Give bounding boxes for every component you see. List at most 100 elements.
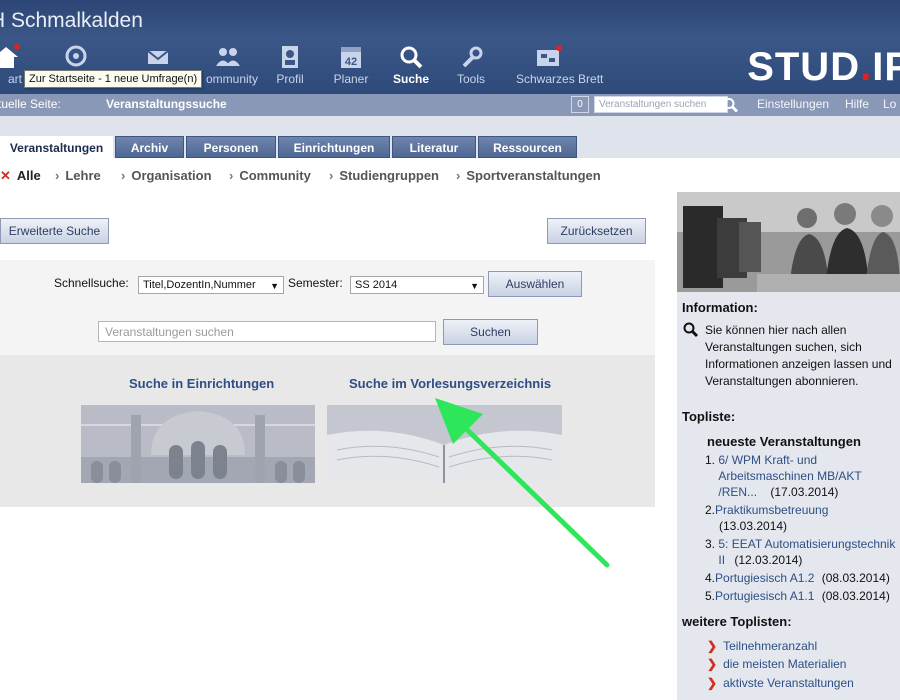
subnav-alle[interactable]: ✕ Alle	[0, 168, 41, 184]
tab-veranstaltungen[interactable]: Veranstaltungen	[0, 136, 113, 158]
tab-archiv[interactable]: Archiv	[115, 136, 184, 158]
logo-main: STUD	[747, 45, 861, 89]
course-link[interactable]: Portugiesisch A1.1	[715, 589, 814, 603]
item-number: 2.	[705, 503, 716, 517]
header-search-input[interactable]	[594, 96, 728, 113]
more-toplists-heading: weitere Toplisten:	[682, 614, 792, 629]
toplist-link[interactable]: Teilnehmeranzahl	[723, 639, 817, 653]
location-bar: tuelle Seite: Veranstaltungssuche 0 Eins…	[0, 94, 900, 116]
settings-link[interactable]: Einstellungen	[757, 97, 829, 111]
subnav-sport[interactable]: › Sportveranstaltungen	[456, 168, 601, 183]
chevron-down-icon: ✕	[0, 168, 11, 183]
semester-label: Semester:	[288, 276, 343, 290]
nav-board[interactable]: Schwarzes Brett	[516, 44, 603, 92]
subnav-organisation-label: Organisation	[131, 168, 212, 183]
chevron-right-icon: ›	[229, 168, 234, 183]
nav-community[interactable]: ommunity	[196, 44, 260, 92]
mail-icon	[147, 50, 169, 64]
tab-personen[interactable]: Personen	[186, 136, 276, 158]
community-ring-icon	[65, 45, 87, 67]
toplist-link-item[interactable]: ❯ die meisten Materialien	[707, 656, 846, 672]
list-item: 4.Portugiesisch A1.2 (08.03.2014)	[705, 570, 900, 586]
subnav-organisation[interactable]: › Organisation	[121, 168, 212, 183]
nav-search-label: Suche	[392, 72, 429, 86]
nav-profile[interactable]: Profil	[258, 44, 322, 92]
chevron-right-icon: ❯	[707, 657, 718, 671]
subnav-studiengruppen[interactable]: › Studiengruppen	[329, 168, 439, 183]
logo-tail: IP	[872, 45, 900, 89]
tab-literatur[interactable]: Literatur	[392, 136, 476, 158]
quicksearch-label: Schnellsuche:	[54, 276, 129, 290]
select-button[interactable]: Auswählen	[488, 271, 582, 297]
search-icon	[400, 46, 423, 69]
search-field-select[interactable]: Titel,DozentIn,Nummer ▼	[138, 276, 284, 294]
nav-profile-label: Profil	[276, 72, 304, 86]
course-date: (12.03.2014)	[734, 553, 803, 567]
start-tooltip: Zur Startseite - 1 neue Umfrage(n)	[24, 70, 203, 88]
subnav-studiengruppen-label: Studiengruppen	[339, 168, 440, 183]
home-icon	[0, 44, 20, 68]
toplist-link[interactable]: aktivste Veranstaltungen	[723, 676, 854, 690]
semester-select[interactable]: SS 2014 ▼	[350, 276, 484, 294]
site-title: H Schmalkalden	[0, 9, 143, 32]
search-button[interactable]: Suchen	[443, 319, 538, 345]
result-count: 0	[571, 96, 589, 113]
chevron-right-icon: ›	[329, 168, 334, 183]
people-icon	[216, 48, 240, 66]
profile-icon	[282, 46, 298, 68]
subnav-community[interactable]: › Community	[229, 168, 311, 183]
subnav-alle-label: Alle	[16, 168, 41, 183]
nav-community-label: ommunity	[205, 72, 258, 86]
course-link[interactable]: Portugiesisch A1.2	[715, 571, 814, 585]
toplist-link[interactable]: die meisten Materialien	[723, 657, 846, 671]
help-link[interactable]: Hilfe	[845, 97, 869, 111]
subnav-lehre[interactable]: › Lehre	[55, 168, 101, 183]
list-item: 5.Portugiesisch A1.1 (08.03.2014)	[705, 588, 900, 604]
course-search-input[interactable]	[98, 321, 436, 342]
nav-search[interactable]: Suche	[379, 44, 443, 92]
calendar-icon: 42	[341, 47, 361, 68]
annotation-arrow-icon	[435, 398, 610, 568]
tab-einrichtungen[interactable]: Einrichtungen	[278, 136, 390, 158]
chevron-right-icon: ❯	[707, 639, 718, 653]
course-date: (08.03.2014)	[821, 589, 890, 603]
course-date: (13.03.2014)	[719, 519, 788, 533]
item-number: 5.	[705, 589, 716, 603]
dropdown-arrow-icon: ▼	[470, 281, 479, 291]
chevron-right-icon: ❯	[707, 676, 718, 690]
semester-value: SS 2014	[355, 279, 398, 291]
advanced-search-button[interactable]: Erweiterte Suche	[0, 218, 109, 244]
toplist-link-item[interactable]: ❯ aktivste Veranstaltungen	[707, 675, 854, 691]
chevron-right-icon: ›	[121, 168, 126, 183]
logout-link[interactable]: Lo	[883, 97, 896, 111]
nav-planner[interactable]: 42 Planer	[319, 44, 383, 92]
list-item: 3. 5: EEAT Automatisierungstechnik II (1…	[705, 536, 900, 568]
wrench-icon	[462, 46, 483, 68]
info-heading: Information:	[682, 300, 758, 315]
location-label: tuelle Seite:	[0, 97, 61, 111]
list-item: 2.Praktikumsbetreuung (13.03.2014)	[705, 502, 897, 534]
studip-logo[interactable]: STUD.IP	[747, 44, 900, 90]
toplist-link-item[interactable]: ❯ Teilnehmeranzahl	[707, 638, 817, 654]
course-link[interactable]: Praktikumsbetreuung	[715, 503, 828, 517]
newest-heading: neueste Veranstaltungen	[707, 434, 861, 449]
subnav-lehre-label: Lehre	[65, 168, 101, 183]
toplist-heading: Topliste:	[682, 409, 736, 424]
nav-tools[interactable]: Tools	[439, 44, 503, 92]
nav-planner-label: Planer	[333, 72, 369, 86]
reset-button[interactable]: Zurücksetzen	[547, 218, 646, 244]
chevron-right-icon: ›	[456, 168, 461, 183]
subnav-sport-label: Sportveranstaltungen	[466, 168, 601, 183]
search-field-value: Titel,DozentIn,Nummer	[143, 279, 256, 291]
tab-ressourcen[interactable]: Ressourcen	[478, 136, 577, 158]
item-number: 3.	[705, 537, 716, 551]
institutions-search-link[interactable]: Suche in Einrichtungen	[129, 376, 274, 391]
board-icon	[537, 45, 562, 66]
item-number: 1.	[705, 453, 716, 467]
institutions-image[interactable]	[81, 405, 315, 483]
chevron-right-icon: ›	[55, 168, 60, 183]
course-date: (08.03.2014)	[821, 571, 890, 585]
info-text: Sie können hier nach allen Veranstaltung…	[705, 323, 892, 388]
students-photo	[677, 192, 900, 292]
header-search-icon[interactable]	[722, 97, 740, 113]
